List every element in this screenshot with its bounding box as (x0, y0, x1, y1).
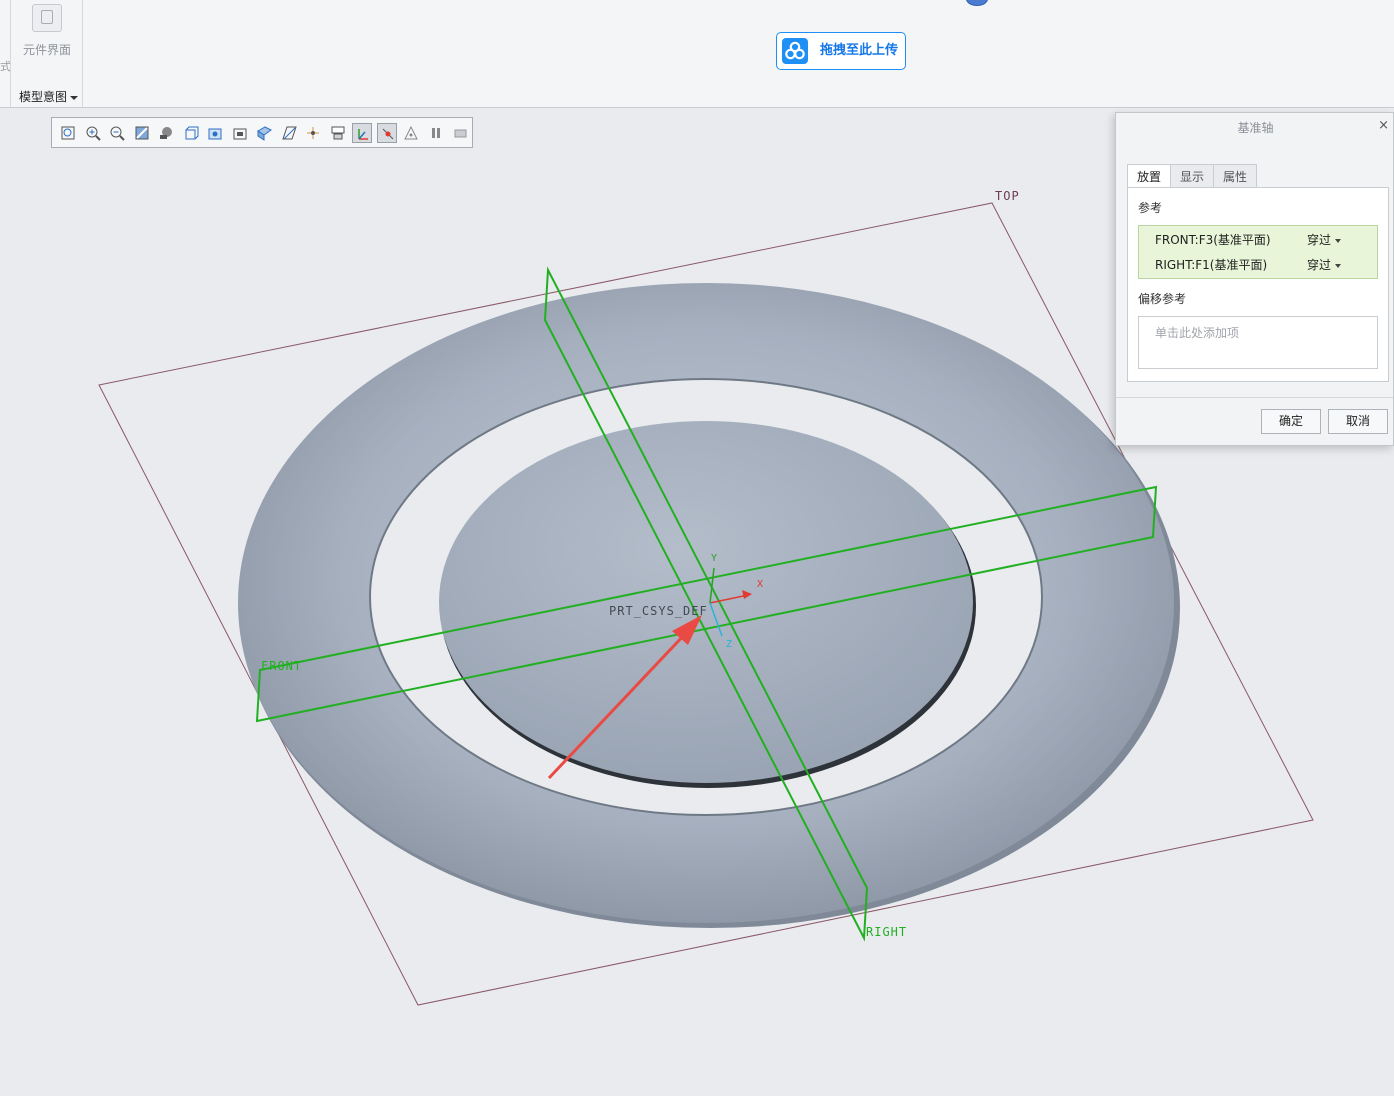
app-logo-icon (966, 0, 988, 6)
placement-panel: 参考 FRONT:F3(基准平面) 穿过 RIGHT:F1(基准平面) 穿过 偏… (1127, 187, 1389, 382)
drag-upload-label: 拖拽至此上传 (820, 43, 899, 58)
cancel-button[interactable]: 取消 (1328, 409, 1388, 434)
model-intent-label: 模型意图 (19, 90, 68, 104)
model-intent-dropdown[interactable]: 模型意图 (19, 88, 79, 105)
constraint-type-label: 穿过 (1307, 233, 1332, 247)
dialog-divider (1116, 397, 1393, 398)
chevron-down-icon (1335, 238, 1342, 243)
front-plane-label: FRONT (261, 659, 303, 673)
component-interface-icon (32, 4, 62, 32)
right-plane-label: RIGHT (866, 925, 908, 939)
chevron-down-icon (70, 95, 79, 100)
datum-axis-dialog: 基准轴 × 放置 显示 属性 参考 FRONT:F3(基准平面) 穿过 RIGH… (1115, 112, 1394, 446)
reference-name: FRONT:F3(基准平面) (1155, 233, 1271, 247)
list-item[interactable]: RIGHT:F1(基准平面) 穿过 (1139, 253, 1379, 277)
y-axis-label: Y (711, 553, 719, 564)
top-plane-label: TOP (995, 189, 1020, 203)
tab-properties[interactable]: 属性 (1213, 164, 1257, 188)
tab-display[interactable]: 显示 (1170, 164, 1214, 188)
constraint-type-dropdown[interactable]: 穿过 (1307, 253, 1342, 277)
references-label: 参考 (1138, 201, 1163, 215)
cloud-upload-icon (782, 38, 808, 64)
csys-label: PRT_CSYS_DEF (609, 604, 708, 618)
reference-name: RIGHT:F1(基准平面) (1155, 258, 1268, 272)
chevron-down-icon (1335, 263, 1342, 268)
offset-placeholder: 单击此处添加项 (1155, 326, 1240, 340)
dialog-title: 基准轴 (1237, 121, 1274, 135)
center-disc[interactable] (439, 421, 973, 783)
ok-button[interactable]: 确定 (1261, 409, 1321, 434)
close-icon[interactable]: × (1378, 118, 1389, 133)
constraint-type-dropdown[interactable]: 穿过 (1307, 228, 1342, 252)
offset-references-list[interactable]: 单击此处添加项 (1138, 316, 1378, 369)
component-interface-label: 元件界面 (22, 43, 71, 57)
ribbon: 式 元件界面 模型意图 拖拽至此上传 (0, 0, 1394, 108)
offset-references-label: 偏移参考 (1138, 292, 1187, 306)
z-axis-label: Z (726, 639, 734, 650)
constraint-type-label: 穿过 (1307, 258, 1332, 272)
x-axis-label: X (757, 579, 765, 590)
list-item[interactable]: FRONT:F3(基准平面) 穿过 (1139, 228, 1379, 252)
model-intent-group: 元件界面 模型意图 (10, 0, 83, 107)
drag-upload-button[interactable]: 拖拽至此上传 (776, 32, 906, 70)
tab-placement[interactable]: 放置 (1127, 164, 1171, 188)
references-list[interactable]: FRONT:F3(基准平面) 穿过 RIGHT:F1(基准平面) 穿过 (1138, 225, 1378, 279)
component-interface-button[interactable]: 元件界面 (15, 4, 79, 64)
